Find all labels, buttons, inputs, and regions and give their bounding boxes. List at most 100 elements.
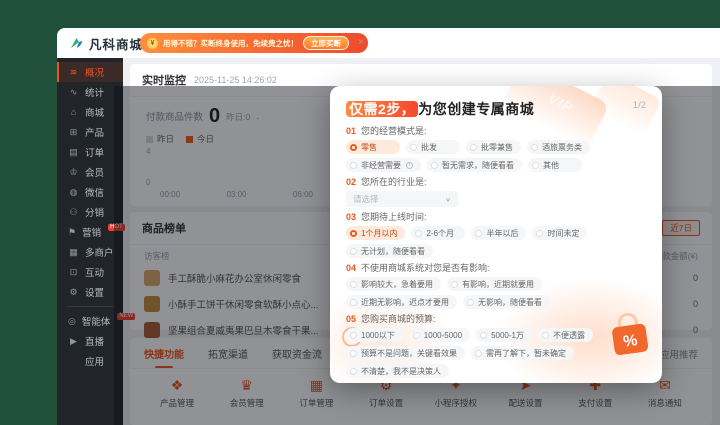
option-text: 无计划，随便看看 <box>361 246 425 256</box>
option-pill[interactable]: 半年以后 <box>471 226 527 240</box>
option-row: 零售 批发 批零兼售 酒旅票务类非经营需要 i 暂无需求，随便看看 其他 <box>346 140 646 172</box>
sidebar-item-label: 订单 <box>85 148 105 159</box>
radio-icon <box>541 331 549 339</box>
sidebar-divider <box>67 306 113 307</box>
question-label: 03 您期待上线时间: <box>346 211 646 223</box>
ai-agent-icon: ◎ <box>68 315 76 326</box>
radio-icon <box>350 331 357 339</box>
step-indicator: 1/2 <box>632 100 646 111</box>
option-text: 半年以后 <box>486 228 519 238</box>
option-text: 预算不是问题，关键看效果 <box>361 348 457 358</box>
radio-icon <box>531 143 538 151</box>
option-text: 影响较大，急着要用 <box>361 279 433 289</box>
interaction-icon: ⊡ <box>69 266 78 277</box>
select-placeholder: 请选择 <box>353 194 379 204</box>
live-icon: ▶ <box>70 335 77 346</box>
radio-icon <box>350 161 357 169</box>
question-label: 02 您所在的行业是: <box>346 176 646 188</box>
sidebar-item-label: 概况 <box>85 68 105 79</box>
app-header: 凡科商城 ¥ 用得不错？买断终身使用，免续费之忧！ 立即买断 × <box>57 28 720 58</box>
option-text: 暂无需求，随便看看 <box>442 160 514 170</box>
chevron-down-icon: ∨ <box>445 195 451 203</box>
sidebar-item-label: 直播 <box>85 337 105 348</box>
option-pill[interactable]: 2-6个月 <box>411 226 466 240</box>
multi-merchant-icon: ▦ <box>69 246 78 257</box>
sidebar-item-label: 多商户 <box>85 248 114 259</box>
option-pill[interactable]: 批零兼售 <box>466 140 521 154</box>
option-pill[interactable]: 有影响，近期就要用 <box>447 277 542 291</box>
sidebar-item-label: 产品 <box>85 128 105 139</box>
radio-icon <box>470 143 477 151</box>
mall-icon: ⌂ <box>70 107 77 117</box>
option-row: 影响较大，急着要用 有影响，近期就要用近期无影响，迟点才要用 无影响，随便看看 <box>346 277 646 309</box>
option-pill[interactable]: 不清楚，我不是决策人 <box>346 364 449 378</box>
radio-icon <box>480 331 488 339</box>
option-pill[interactable]: 近期无影响，迟点才要用 <box>346 295 457 309</box>
option-text: 批发 <box>421 142 437 152</box>
option-pill[interactable]: 1000-5000 <box>408 328 471 342</box>
option-text: 近期无影响，迟点才要用 <box>361 297 449 307</box>
option-pill[interactable]: 无影响，随便看看 <box>463 295 550 309</box>
logo: 凡科商城 <box>69 34 143 53</box>
question-label: 04 不使用商城系统对您是否有影响: <box>346 262 646 274</box>
option-pill[interactable]: 5000-1万 <box>476 328 532 342</box>
radio-icon <box>532 161 539 169</box>
sidebar-item-label: 应用 <box>85 357 105 368</box>
sidebar-item-label: 智能体 <box>81 317 111 328</box>
radio-icon <box>431 161 438 169</box>
statistics-icon: ∿ <box>69 86 78 97</box>
question-06: 06如不用商城系统，是否导致您以下问题无法解决 (最多选3项)：缺少低成本试错工… <box>346 382 646 383</box>
radio-icon <box>415 229 423 237</box>
option-pill[interactable]: 零售 <box>346 140 400 154</box>
option-pill[interactable]: 1个月以内 <box>346 226 406 240</box>
sidebar-item-overview[interactable]: ≋ 概况 <box>57 62 123 82</box>
option-pill[interactable]: 1000以下 <box>346 328 403 342</box>
option-pill[interactable]: 时间未定 <box>532 226 588 240</box>
option-pill[interactable]: 无计划，随便看看 <box>346 244 433 258</box>
sidebar-item-label: 互动 <box>85 268 105 279</box>
option-text: 有影响，近期就要用 <box>462 279 534 289</box>
banner-close-icon[interactable]: × <box>358 38 364 48</box>
option-text: 零售 <box>361 142 377 152</box>
option-pill[interactable]: 影响较大，急着要用 <box>346 277 441 291</box>
app-title: 凡科商城 <box>89 37 144 52</box>
buyout-button[interactable]: 立即买断 <box>303 36 349 50</box>
question-04: 04 不使用商城系统对您是否有影响: 影响较大，急着要用 有影响，近期就要用近期无影响… <box>346 262 646 309</box>
members-icon: ♔ <box>69 166 78 177</box>
question-05: 05 您购买商城的预算: 1000以下 1000-5000 5000-1万 不便透露 预算不… <box>346 313 646 378</box>
radio-icon <box>412 331 420 339</box>
question-label: 01 您的经营模式是: <box>346 125 646 137</box>
info-icon: i <box>406 161 413 169</box>
option-text: 酒旅票务类 <box>542 142 582 152</box>
sidebar-item-label: 分销 <box>85 208 105 219</box>
option-row: 1000以下 1000-5000 5000-1万 不便透露预算不是问题，关键看效果 需再… <box>346 328 646 378</box>
option-text: 1个月以内 <box>361 228 398 238</box>
option-pill[interactable]: 批发 <box>406 140 460 154</box>
option-pill[interactable]: 酒旅票务类 <box>527 140 590 154</box>
settings-icon: ⚙ <box>69 286 78 297</box>
question-text: 您期待上线时间: <box>361 212 427 222</box>
question-number: 01 <box>346 126 357 136</box>
question-text: 您所在的行业是: <box>361 177 427 187</box>
option-pill[interactable]: 不便透露 <box>537 328 593 342</box>
option-text: 2-6个月 <box>426 228 455 238</box>
option-pill[interactable]: 非经营需要 i <box>346 158 421 172</box>
modal-title-highlight: 仅需2步， <box>346 101 419 117</box>
option-pill[interactable]: 预算不是问题，关键看效果 <box>346 346 465 360</box>
option-text: 不便透露 <box>552 330 585 340</box>
distribution-icon: ⚇ <box>69 206 78 217</box>
option-text: 无影响，随便看看 <box>478 297 542 307</box>
radio-icon <box>350 247 357 255</box>
radio-icon <box>410 143 417 151</box>
option-pill[interactable]: 暂无需求，随便看看 <box>427 158 522 172</box>
option-text: 批零兼售 <box>481 142 513 152</box>
logo-icon <box>70 37 83 48</box>
option-text: 1000-5000 <box>423 330 463 340</box>
option-pill[interactable]: 其他 <box>528 158 582 172</box>
sidebar-item-label: 会员 <box>85 168 105 179</box>
option-text: 1000以下 <box>361 330 395 340</box>
industry-select[interactable]: 请选择 ∨ <box>346 191 458 207</box>
sidebar-item-label: 商城 <box>85 108 105 119</box>
option-pill[interactable]: 需再了解下，暂未确定 <box>471 346 574 360</box>
modal-title: 仅需2步， 为您创建专属商城 <box>346 99 646 119</box>
